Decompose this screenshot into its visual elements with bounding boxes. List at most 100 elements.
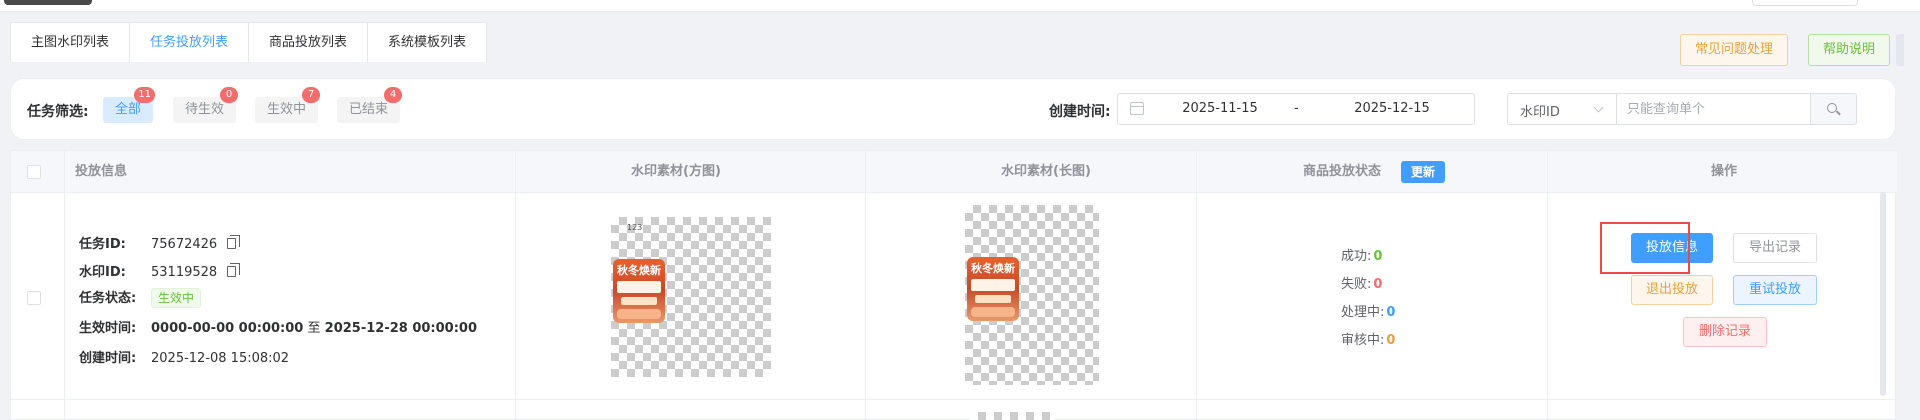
- table-scrollbar[interactable]: [1880, 192, 1886, 396]
- watermark-top-text: 123: [627, 223, 643, 232]
- header-watermark-long: 水印素材(长图): [1001, 164, 1091, 179]
- stat-fail: 失败: 0: [1341, 273, 1382, 292]
- calendar-icon: [1130, 102, 1144, 115]
- tab-product-delivery-list[interactable]: 商品投放列表: [249, 23, 369, 63]
- watermark-line: [971, 279, 1015, 291]
- tab-task-delivery-list[interactable]: 任务投放列表: [130, 23, 250, 63]
- next-row-watermark-image: [970, 412, 1054, 420]
- help-button[interactable]: 帮助说明: [1808, 34, 1891, 66]
- watermark-id-value: 53119528: [151, 265, 218, 280]
- created-time-label: 创建时间:: [1049, 104, 1111, 120]
- task-id-label: 任务ID:: [79, 237, 126, 252]
- highlight-box: [1600, 222, 1690, 274]
- tab-system-template-list[interactable]: 系统模板列表: [368, 23, 486, 63]
- stat-success-value: 0: [1373, 249, 1383, 264]
- stat-success: 成功: 0: [1341, 245, 1382, 264]
- stat-review: 审核中: 0: [1341, 329, 1395, 348]
- date-end[interactable]: 2025-12-15: [1332, 101, 1452, 116]
- date-start[interactable]: 2025-11-15: [1160, 101, 1280, 116]
- watermark-long-image[interactable]: 秋冬焕新: [965, 205, 1099, 385]
- row-checkbox[interactable]: [27, 291, 41, 305]
- filter-label: 任务筛选:: [27, 104, 89, 120]
- search-icon: [1827, 103, 1837, 113]
- filter-all[interactable]: 全部 11: [103, 87, 156, 123]
- table-header: 投放信息 水印素材(方图) 水印素材(长图) 商品投放状态 更新 操作: [11, 151, 1897, 193]
- top-bar: [0, 0, 1920, 12]
- watermark-line: [975, 295, 1011, 303]
- column-divider: [1196, 151, 1197, 420]
- stat-processing-label: 处理中:: [1341, 305, 1385, 320]
- status-badge: 生效中: [151, 288, 202, 308]
- task-status-row: 任务状态: 生效中: [79, 287, 202, 308]
- column-divider: [1547, 151, 1548, 420]
- search-type-value: 水印ID: [1520, 105, 1560, 120]
- export-records-button[interactable]: 导出记录: [1733, 233, 1817, 263]
- watermark-line: [617, 309, 661, 319]
- filter-all-label: 全部: [115, 102, 142, 117]
- effective-to: 至: [307, 321, 321, 336]
- select-all-checkbox[interactable]: [27, 165, 41, 179]
- filter-panel: 任务筛选: 全部 11 待生效 0 生效中 7 已结束 4 创建时间: 2025…: [10, 78, 1896, 140]
- watermark-badge: 秋冬焕新: [967, 257, 1019, 321]
- header-actions: 操作: [1711, 164, 1738, 179]
- stat-processing: 处理中: 0: [1341, 301, 1395, 320]
- header-watermark-square: 水印素材(方图): [631, 164, 721, 179]
- watermark-line: [971, 307, 1015, 317]
- filter-ended-label: 已结束: [349, 102, 389, 117]
- header-delivery-info: 投放信息: [75, 164, 128, 179]
- stat-fail-label: 失败:: [1341, 277, 1372, 292]
- stat-review-label: 审核中:: [1341, 333, 1385, 348]
- task-table: 投放信息 水印素材(方图) 水印素材(长图) 商品投放状态 更新 操作 任务ID…: [10, 150, 1897, 420]
- watermark-line: [621, 297, 657, 305]
- delete-record-button[interactable]: 删除记录: [1683, 317, 1767, 347]
- copy-icon[interactable]: [227, 235, 241, 249]
- filter-pending[interactable]: 待生效 0: [173, 87, 239, 123]
- created-time-value: 2025-12-08 15:08:02: [151, 351, 290, 366]
- column-divider: [515, 151, 516, 420]
- watermark-line: [617, 281, 661, 293]
- side-panel-handle[interactable]: [1896, 34, 1904, 66]
- task-status-label: 任务状态:: [79, 291, 137, 306]
- effective-time-row: 生效时间: 0000-00-00 00:00:00 至 2025-12-28 00…: [79, 317, 477, 336]
- search-type-select[interactable]: 水印ID: [1507, 93, 1617, 125]
- exit-delivery-button[interactable]: 退出投放: [1631, 275, 1713, 305]
- watermark-id-row: 水印ID: 53119528: [79, 261, 241, 280]
- watermark-badge: 秋冬焕新: [613, 259, 665, 323]
- stat-success-label: 成功:: [1341, 249, 1372, 264]
- watermark-id-label: 水印ID:: [79, 265, 126, 280]
- header-product-status: 商品投放状态: [1303, 164, 1382, 179]
- watermark-square-image[interactable]: 123 秋冬焕新: [611, 217, 771, 377]
- date-separator: -: [1294, 101, 1299, 116]
- refresh-button[interactable]: 更新: [1401, 161, 1446, 183]
- filter-ended-count: 4: [384, 87, 403, 103]
- column-divider: [64, 151, 65, 420]
- tab-main-watermark-list[interactable]: 主图水印列表: [11, 23, 131, 63]
- effective-time-label: 生效时间:: [79, 321, 137, 336]
- watermark-title: 秋冬焕新: [971, 262, 1015, 275]
- row-divider: [11, 399, 1897, 400]
- column-divider: [865, 151, 866, 420]
- filter-ended[interactable]: 已结束 4: [337, 87, 403, 123]
- filter-pending-label: 待生效: [185, 102, 225, 117]
- copy-icon[interactable]: [227, 263, 241, 277]
- search-input[interactable]: [1617, 93, 1811, 125]
- search-button[interactable]: [1811, 93, 1857, 125]
- stat-fail-value: 0: [1373, 277, 1383, 292]
- top-right-button[interactable]: [1752, 0, 1858, 6]
- chevron-down-icon: [1593, 102, 1604, 113]
- effective-end: 2025-12-28 00:00:00: [324, 321, 478, 336]
- filter-active-label: 生效中: [267, 102, 307, 117]
- filter-pending-count: 0: [220, 87, 239, 103]
- task-id-value: 75672426: [151, 237, 218, 252]
- task-id-row: 任务ID: 75672426: [79, 233, 241, 252]
- faq-button[interactable]: 常见问题处理: [1680, 34, 1789, 66]
- retry-delivery-button[interactable]: 重试投放: [1733, 275, 1817, 305]
- top-dark-tab[interactable]: [4, 0, 92, 5]
- filter-active-count: 7: [302, 87, 321, 103]
- date-range-picker[interactable]: 2025-11-15 - 2025-12-15: [1117, 93, 1475, 125]
- stat-processing-value: 0: [1386, 305, 1396, 320]
- filter-all-count: 11: [134, 87, 156, 103]
- created-time-row: 创建时间: 2025-12-08 15:08:02: [79, 347, 289, 366]
- watermark-title: 秋冬焕新: [617, 264, 661, 277]
- filter-active[interactable]: 生效中 7: [255, 87, 321, 123]
